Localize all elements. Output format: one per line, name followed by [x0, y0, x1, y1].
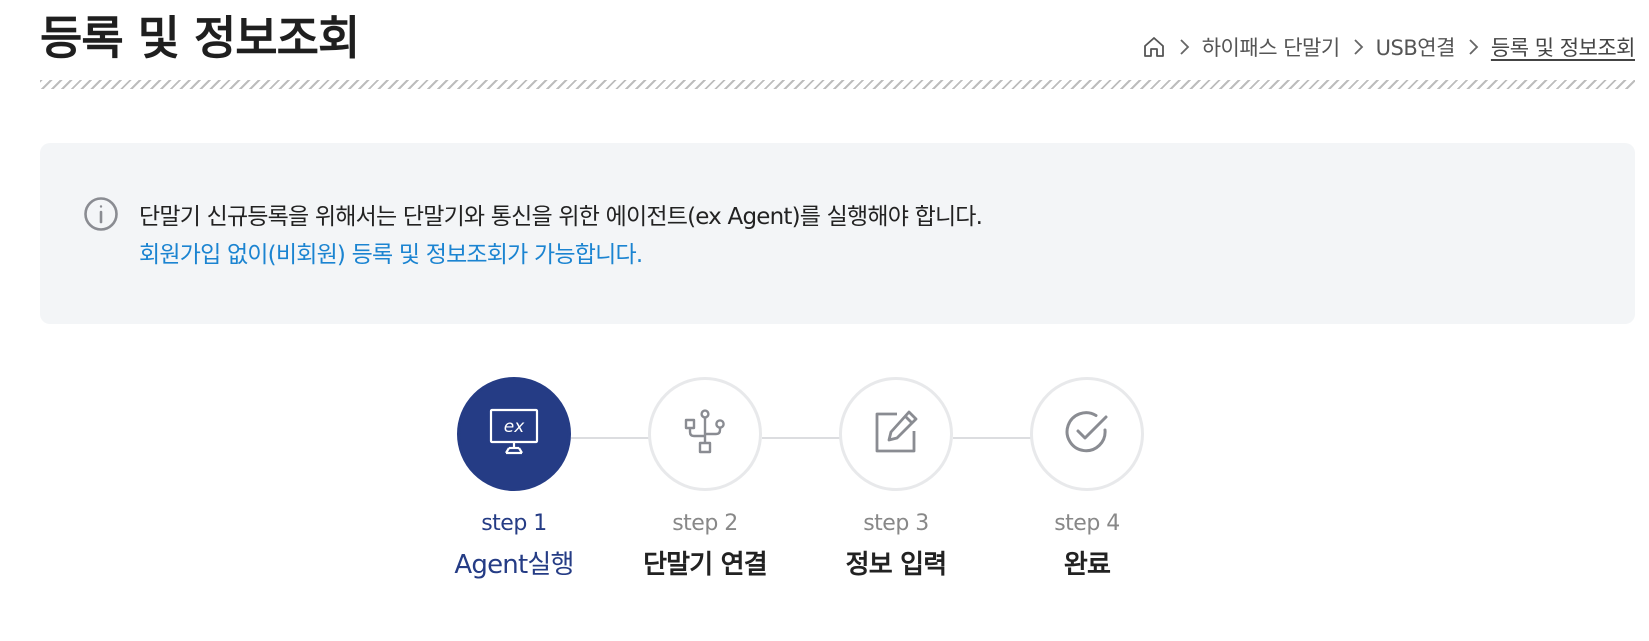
step-1-number: step 1 — [481, 511, 547, 536]
home-icon[interactable] — [1142, 35, 1166, 59]
chevron-right-icon — [1178, 38, 1190, 56]
step-3-name: 정보 입력 — [845, 550, 948, 580]
notice-box: 단말기 신규등록을 위해서는 단말기와 통신을 위한 에이전트(ex Agent… — [40, 143, 1635, 324]
page-title: 등록 및 정보조회 — [40, 11, 360, 65]
notice-highlight-text: 회원가입 없이(비회원) 등록 및 정보조회가 가능합니다. — [139, 242, 643, 268]
step-4-number: step 4 — [1054, 511, 1120, 536]
step-2-name: 단말기 연결 — [643, 550, 768, 580]
step-1-name: Agent실행 — [454, 550, 574, 580]
svg-text:ex: ex — [504, 417, 525, 437]
step-4: step 4 완료 — [987, 377, 1187, 581]
step-3-circle — [839, 377, 953, 491]
breadcrumb-item-hipass-terminal[interactable]: 하이패스 단말기 — [1202, 32, 1340, 62]
check-circle-icon — [1064, 409, 1110, 459]
ex-monitor-icon: ex — [488, 407, 540, 461]
step-2: step 2 단말기 연결 — [605, 377, 805, 581]
usb-icon — [683, 409, 727, 459]
step-3-number: step 3 — [863, 511, 929, 536]
breadcrumb-item-usb-connection[interactable]: USB연결 — [1376, 32, 1456, 62]
hatched-divider — [40, 80, 1635, 89]
chevron-right-icon — [1467, 38, 1479, 56]
step-4-name: 완료 — [1063, 550, 1111, 580]
step-3: step 3 정보 입력 — [796, 377, 996, 581]
step-1: ex step 1 Agent실행 — [414, 377, 614, 581]
info-icon — [83, 196, 119, 232]
step-2-number: step 2 — [672, 511, 738, 536]
breadcrumb: 하이패스 단말기 USB연결 등록 및 정보조회 — [1142, 32, 1636, 62]
step-1-circle: ex — [457, 377, 571, 491]
notice-text: 단말기 신규등록을 위해서는 단말기와 통신을 위한 에이전트(ex Agent… — [139, 204, 983, 230]
step-2-circle — [648, 377, 762, 491]
edit-icon — [873, 409, 919, 459]
chevron-right-icon — [1352, 38, 1364, 56]
breadcrumb-item-current[interactable]: 등록 및 정보조회 — [1491, 32, 1636, 62]
step-4-circle — [1030, 377, 1144, 491]
